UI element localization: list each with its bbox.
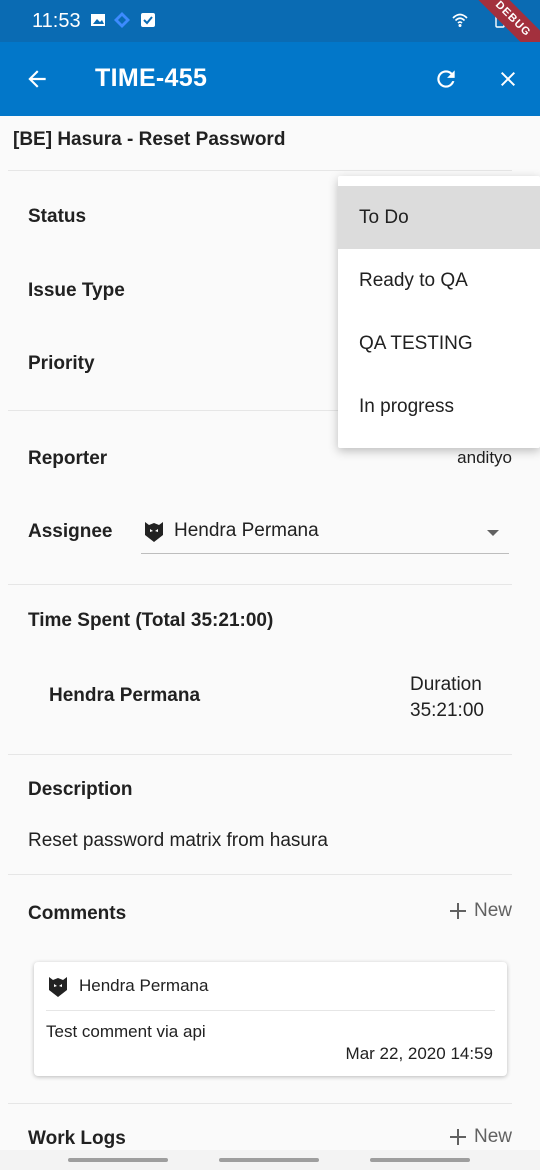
- chevron-down-icon: [487, 530, 499, 536]
- divider: [8, 874, 512, 875]
- issue-type-label: Issue Type: [28, 280, 125, 301]
- app-bar: TIME-455: [0, 42, 540, 116]
- status-option-qa-testing[interactable]: QA TESTING: [338, 312, 540, 375]
- description-heading: Description: [28, 779, 133, 800]
- close-button[interactable]: [491, 62, 525, 96]
- time-entry-duration: Duration 35:21:00: [410, 672, 484, 724]
- reporter-value: andityo: [457, 448, 512, 467]
- avatar-mask-icon: [145, 522, 163, 542]
- status-dropdown-menu: To Do Ready to QA QA TESTING In progress: [338, 176, 540, 448]
- checkbox-app-icon: [141, 13, 155, 27]
- system-nav-bar: [0, 1150, 540, 1170]
- comment-card[interactable]: Hendra Permana Test comment via api Mar …: [34, 962, 507, 1076]
- divider: [46, 1010, 495, 1011]
- time-entry-user: Hendra Permana: [49, 685, 201, 706]
- nav-handle[interactable]: [68, 1158, 168, 1162]
- status-label: Status: [28, 206, 87, 227]
- status-time: 11:53: [32, 10, 81, 32]
- status-bar: 11:53 DEBUG: [0, 0, 540, 66]
- wifi-icon: [452, 13, 468, 27]
- time-spent-heading: Time Spent (Total 35:21:00): [28, 610, 274, 631]
- refresh-button[interactable]: [429, 62, 463, 96]
- new-work-log-label: New: [473, 1126, 512, 1147]
- arrow-left-icon: [28, 70, 46, 88]
- status-option-to-do[interactable]: To Do: [338, 186, 540, 249]
- diamond-app-icon: [114, 12, 130, 28]
- divider: [8, 754, 512, 755]
- nav-handle[interactable]: [219, 1158, 319, 1162]
- task-title: [BE] Hasura - Reset Password: [13, 129, 286, 150]
- assignee-select[interactable]: Hendra Permana: [141, 516, 509, 554]
- comments-heading: Comments: [28, 903, 127, 924]
- plus-icon: [449, 1129, 466, 1145]
- page-title: TIME-455: [95, 64, 208, 92]
- assignee-value: Hendra Permana: [174, 520, 319, 541]
- new-work-log-button[interactable]: New: [448, 1126, 512, 1148]
- new-comment-button[interactable]: New: [448, 900, 512, 922]
- divider: [8, 1103, 512, 1104]
- reporter-label: Reporter: [28, 448, 108, 469]
- comment-author: Hendra Permana: [79, 976, 209, 995]
- divider: [8, 584, 512, 585]
- duration-value: 35:21:00: [410, 700, 484, 721]
- work-logs-heading: Work Logs: [28, 1128, 126, 1149]
- plus-icon: [449, 903, 466, 919]
- status-option-ready-to-qa[interactable]: Ready to QA: [338, 249, 540, 312]
- close-icon: [501, 72, 515, 86]
- assignee-label: Assignee: [28, 521, 113, 542]
- avatar-mask-icon: [49, 977, 67, 997]
- refresh-icon: [437, 70, 455, 88]
- duration-label: Duration: [410, 674, 482, 695]
- gallery-icon: [91, 14, 105, 26]
- back-button[interactable]: [20, 62, 54, 96]
- nav-handle[interactable]: [370, 1158, 470, 1162]
- description-text: Reset password matrix from hasura: [28, 830, 328, 851]
- priority-label: Priority: [28, 353, 95, 374]
- status-option-in-progress[interactable]: In progress: [338, 375, 540, 438]
- divider: [8, 170, 512, 171]
- comment-text: Test comment via api: [46, 1022, 206, 1041]
- new-comment-label: New: [473, 900, 512, 921]
- comment-date: Mar 22, 2020 14:59: [345, 1044, 493, 1063]
